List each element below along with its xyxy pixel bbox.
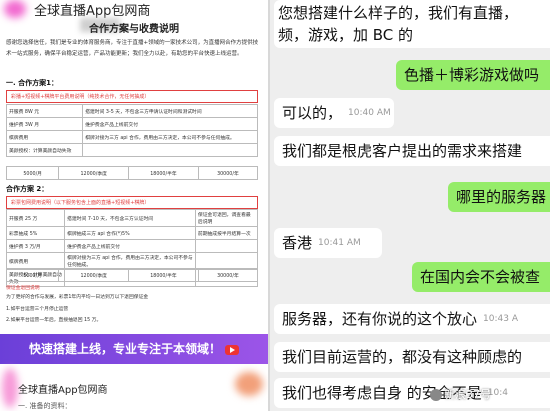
section-1-heading: 一. 合作方案1： — [6, 79, 58, 87]
table-cell: 搭建时间 3-5 天，不包含三方申请认证时间和测试时间 — [82, 104, 258, 118]
table-cell: 棋牌对接为三方 api 合作，费用由三方决定，本公司不参与任何抽成。 — [82, 130, 258, 144]
table-cell: 美颜授权：计算美颜自动失效 — [5, 143, 84, 157]
chat-message-incoming: 可以的， 10:40 AM — [274, 98, 394, 128]
table-row: 棋牌费用 棋牌对接为三方 api 合作，费用由三方决定，本公司不参与任何抽成。 — [5, 252, 259, 270]
blur-decoration — [2, 368, 18, 408]
doc-intro: 感谢您选择信任，我们是专业的体育服务商，专注于直播+领域的一家技术公司，为直播网… — [6, 40, 259, 57]
blur-decoration — [4, 0, 26, 18]
promo-banner-text: 快速搭建上线，专业专注于本领域！ — [28, 342, 221, 356]
table-row: 棋牌费用 棋牌对接为三方 api 合作，费用由三方决定，本公司不参与任何抽成。 — [5, 130, 258, 144]
chat-panel: 您想搭建什么样子的，我们有直播， 频，游戏，加 BC 的 色播＋博彩游戏做吗 可… — [270, 0, 550, 411]
table-cell: 棋牌费用 — [5, 252, 66, 270]
message-text: 频，游戏，加 BC 的 — [278, 26, 414, 44]
price-cell: 5000/月 — [5, 166, 60, 180]
table-cell: 搭建时间 7-10 天，不包含三方认证时间 — [64, 209, 196, 227]
chat-message-incoming: 香港 10:41 AM — [274, 228, 382, 258]
table-row: 5000/月 12000/季度 18000/半年 30000/年 — [5, 166, 259, 180]
table-cell: 开服费 25 万 — [5, 209, 66, 227]
message-time: 10:40 AM — [348, 108, 391, 118]
price-cell: 18000/半年 — [128, 166, 199, 180]
table-cell: 维护费含产品上线前交付 — [82, 117, 258, 131]
message-text: 可以的， — [282, 104, 343, 122]
table-cell: 开服费 8W 元 — [5, 104, 84, 118]
guarantee-rule-1: 1.如平台运营三个月停止运营 — [6, 307, 69, 312]
watermark: 新浪37号 — [430, 386, 491, 402]
chat-message-incoming: 您想搭建什么样子的，我们有直播， 频，游戏，加 BC 的 — [274, 0, 550, 48]
table-cell — [194, 239, 259, 253]
price-cell: 5000/月 — [5, 268, 60, 282]
table-cell: 棋牌抽成三方 api 合作(*)5% — [64, 226, 196, 240]
message-time: 10:41 AM — [318, 238, 361, 248]
message-text: 我们都是根虎客户提出的需求来搭建 — [282, 142, 523, 160]
blur-decoration — [235, 372, 263, 396]
table-row: 5000/月 12000/季度 18000/半年 30000/年 — [5, 268, 259, 282]
footer-subtitle: 一. 准备的资料： — [18, 402, 72, 410]
doc-header: 全球直播App包网商 — [0, 0, 268, 19]
message-text: 服务器，还有你说的这个放心 — [282, 310, 478, 328]
price-cell: 30000/年 — [197, 166, 259, 180]
weibo-icon — [430, 389, 442, 401]
section-2-prices: 5000/月 12000/季度 18000/半年 30000/年 — [5, 268, 259, 282]
section-1-notice: 彩播+短视频+棋牌平台费用说明（纯技术合作，无任何抽成） — [6, 90, 258, 103]
doc-header-title: 全球直播App包网商 — [34, 4, 151, 19]
table-cell: 维护费 3W 月 — [5, 117, 84, 131]
table-row: 彩票抽成 5% 棋牌抽成三方 api 合作(*)5% 前期抽成按半月结算一次 — [5, 226, 259, 240]
message-text: 在国内会不会被查 — [420, 268, 541, 286]
message-text: 您想搭建什么样子的，我们有直播， — [278, 4, 519, 22]
table-cell — [82, 143, 258, 157]
table-row: 开服费 8W 元搭建时间 3-5 天，不包含三方申请认证时间和测试时间 — [5, 104, 258, 118]
chat-message-outgoing: 在国内会不会被查 — [412, 262, 550, 292]
table-cell: 维护费 3 万/月 — [5, 239, 66, 253]
chat-message-incoming: 服务器，还有你说的这个放心 10:43 A — [274, 304, 550, 334]
document-panel: 全球直播App包网商 合作方案与收费说明 感谢您选择信任，我们是专业的体育服务商… — [0, 0, 268, 411]
section-1-table: 开服费 8W 元搭建时间 3-5 天，不包含三方申请认证时间和测试时间 维护费 … — [5, 104, 258, 157]
section-1-prices: 5000/月 12000/季度 18000/半年 30000/年 — [5, 166, 259, 180]
guarantee-heading: 保证金退回说明 — [6, 286, 40, 291]
table-row: 美颜授权：计算美颜自动失效 — [5, 143, 258, 157]
price-cell: 12000/季度 — [58, 166, 130, 180]
message-text: 我们目前运营的，都没有这种顾虑的 — [282, 348, 523, 366]
table-cell: 保证金可退回，调查看最后说明 — [194, 209, 259, 227]
message-text: 哪里的服务器 — [456, 188, 547, 206]
table-cell — [194, 252, 259, 270]
section-2-notice: 彩票包网费用说明（以下服务包含上面的直播+短视频+棋牌） — [6, 196, 258, 209]
chat-message-incoming: 我们都是根虎客户提出的需求来搭建 — [274, 136, 550, 166]
footer-title: 全球直播App包网商 — [18, 385, 108, 396]
table-row: 维护费 3W 月维护费含产品上线前交付 — [5, 117, 258, 131]
table-row: 开服费 25 万搭建时间 7-10 天，不包含三方认证时间 保证金可退回，调查看最… — [5, 209, 259, 227]
promo-banner: 快速搭建上线，专业专注于本领域！ — [0, 334, 268, 364]
play-icon — [225, 344, 239, 355]
chat-message-outgoing: 色播＋博彩游戏做吗 — [396, 60, 550, 90]
price-cell: 12000/季度 — [58, 268, 130, 282]
guarantee-rule-2: 2.如果平台运营一年后，直接抽退回 15 万。 — [6, 318, 102, 323]
chat-message-outgoing: 哪里的服务器 — [448, 182, 550, 212]
table-cell: 维护费含产品上线前交付 — [64, 239, 196, 253]
doc-title: 合作方案与收费说明 — [89, 24, 179, 35]
section-2-heading: 合作方案 2： — [6, 185, 49, 193]
table-row: 维护费 3 万/月 维护费含产品上线前交付 — [5, 239, 259, 253]
chat-message-incoming: 我们目前运营的，都没有这种顾虑的 — [274, 342, 550, 372]
table-cell: 前期抽成按半月结算一次 — [194, 226, 259, 240]
table-cell: 彩票抽成 5% — [5, 226, 66, 240]
message-time: 10:43 A — [483, 314, 518, 324]
message-text: 色播＋博彩游戏做吗 — [404, 66, 540, 84]
price-cell: 18000/半年 — [128, 268, 199, 282]
table-cell: 棋牌费用 — [5, 130, 84, 144]
guarantee-text: 为了更好的合作与发展，彩票1年内平均一日达到万以下退回保证金 — [6, 295, 149, 300]
chat-message-incoming: 我们也得考虑自身 的安全不是 10:4 — [274, 378, 550, 408]
price-cell: 30000/年 — [197, 268, 259, 282]
message-text: 香港 — [282, 234, 313, 252]
watermark-text: 新浪37号 — [444, 388, 491, 401]
table-cell: 棋牌对接为三方 api 合作，费用由三方决定，本公司不参与任何抽成。 — [64, 252, 196, 270]
